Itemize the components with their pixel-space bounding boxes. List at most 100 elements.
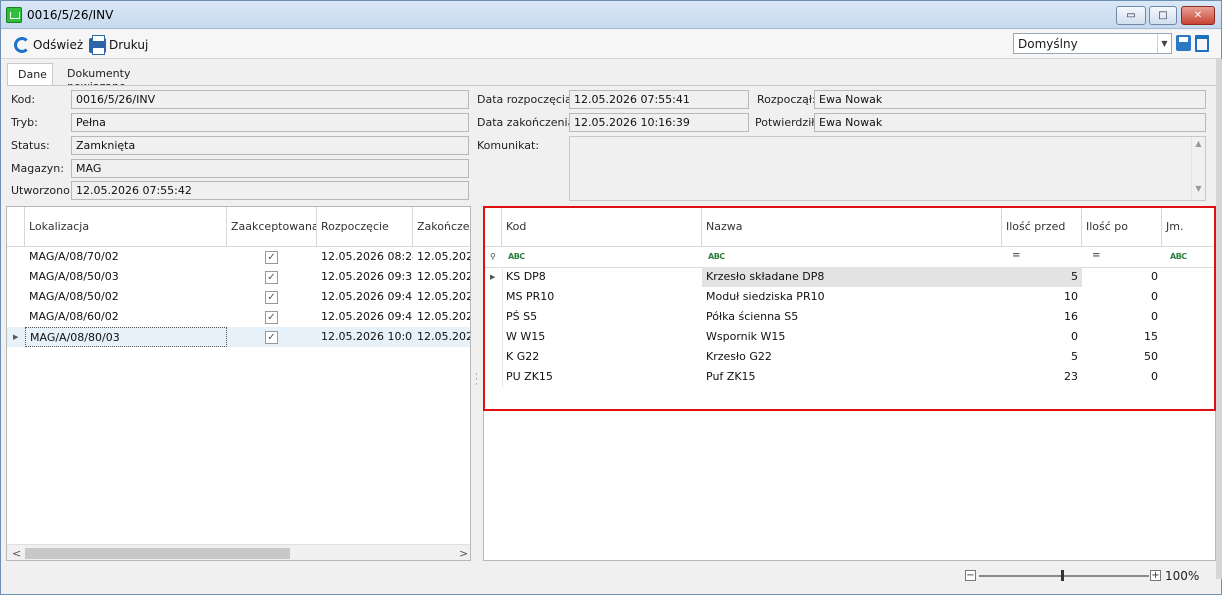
minimize-button[interactable]: ▭	[1116, 6, 1146, 25]
kod-cell: PU ZK15	[506, 370, 553, 383]
accepted-checkbox[interactable]: ✓	[265, 251, 278, 264]
column-header-zaakceptowana[interactable]: Zaakceptowana	[227, 207, 317, 247]
location-cell: MAG/A/08/50/03	[29, 270, 119, 283]
text-filter-icon[interactable]: ABC	[1170, 252, 1187, 261]
refresh-icon	[14, 37, 30, 53]
equals-filter-icon[interactable]: =	[1092, 250, 1100, 261]
splitter-handle[interactable]: · · ·	[475, 371, 479, 390]
end-date-field[interactable]: 12.05.2026 10:16:39	[569, 113, 749, 132]
column-header-lokalizacja[interactable]: Lokalizacja	[25, 207, 227, 247]
utworzono-field[interactable]: 12.05.2026 07:55:42	[71, 181, 469, 200]
status-field[interactable]: Zamknięta	[71, 136, 469, 155]
nazwa-cell: Krzesło G22	[706, 350, 772, 363]
chevron-down-icon[interactable]: ▼	[1157, 34, 1171, 53]
tryb-field[interactable]: Pełna	[71, 113, 469, 132]
kod-cell: PŚ S5	[506, 310, 538, 323]
horizontal-scrollbar[interactable]: < >	[7, 544, 470, 560]
close-button[interactable]: ✕	[1181, 6, 1215, 25]
basket-icon	[6, 7, 22, 23]
refresh-button[interactable]: Odśwież	[14, 35, 83, 55]
chevron-down-icon[interactable]: ▼	[1192, 184, 1205, 193]
chevron-right-icon[interactable]: >	[459, 547, 468, 560]
magazyn-label: Magazyn:	[11, 162, 64, 175]
tab-dane[interactable]: Dane	[7, 63, 53, 85]
start-date-label: Data rozpoczęcia:	[477, 93, 576, 106]
column-header-nazwa[interactable]: Nazwa	[702, 207, 1002, 247]
zoom-level: 100%	[1165, 569, 1200, 583]
kod-cell: K G22	[506, 350, 540, 363]
maximize-button[interactable]: □	[1149, 6, 1177, 25]
nazwa-cell: Puf ZK15	[706, 370, 756, 383]
column-header-ilosc-przed[interactable]: Ilość przed	[1002, 207, 1082, 247]
column-header-jm[interactable]: Jm.	[1162, 207, 1215, 247]
accepted-checkbox[interactable]: ✓	[265, 331, 278, 344]
locations-grid: Lokalizacja Zaakceptowana Rozpoczęcie Za…	[6, 206, 471, 561]
column-header-rozpoczecie[interactable]: Rozpoczęcie	[317, 207, 413, 247]
message-textarea[interactable]: ▲ ▼	[569, 136, 1206, 201]
print-label: Drukuj	[109, 38, 149, 52]
chevron-up-icon[interactable]: ▲	[1192, 139, 1205, 148]
view-select[interactable]: Domyślny ▼	[1013, 33, 1172, 54]
qty-after-cell: 15	[1144, 330, 1158, 343]
print-button[interactable]: Drukuj	[89, 34, 149, 55]
end-cell: 12.05.2026	[417, 290, 470, 303]
magazyn-field[interactable]: MAG	[71, 159, 469, 178]
filter-row: ⚲ ABC ABC = = ABC	[484, 248, 1215, 268]
pin-icon[interactable]: ⚲	[490, 252, 496, 261]
tab-related-documents[interactable]: Dokumenty powiązane	[57, 63, 140, 93]
text-filter-icon[interactable]: ABC	[708, 252, 725, 261]
utworzono-label: Utworzono:	[11, 184, 74, 197]
nazwa-cell: Moduł siedziska PR10	[706, 290, 825, 303]
accepted-checkbox[interactable]: ✓	[265, 291, 278, 304]
komunikat-label: Komunikat:	[477, 139, 540, 152]
table-row-selected[interactable]: ▶ KS DP8 Krzesło składane DP8 5 0	[484, 267, 1215, 287]
start-cell: 12.05.2026 10:03	[321, 330, 413, 343]
nazwa-cell: Półka ścienna S5	[706, 310, 799, 323]
header-form: Kod: 0016/5/26/INV Tryb: Pełna Status: Z…	[7, 85, 1216, 203]
status-label: Status:	[11, 139, 50, 152]
qty-after-cell: 0	[1151, 270, 1158, 283]
qty-before-cell: 23	[1064, 370, 1078, 383]
location-cell: MAG/A/08/70/02	[29, 250, 119, 263]
nazwa-cell: Wspornik W15	[706, 330, 786, 343]
start-cell: 12.05.2026 08:24	[321, 250, 413, 263]
qty-before-cell: 0	[1071, 330, 1078, 343]
column-header-zakonczenie[interactable]: Zakończeni	[413, 207, 470, 247]
refresh-label: Odśwież	[33, 38, 84, 52]
end-cell: 12.05.2026	[417, 270, 470, 283]
table-row-selected[interactable]: ▶ MAG/A/08/80/03 ✓ 12.05.2026 10:03 12.0…	[7, 327, 470, 347]
zoom-slider-thumb[interactable]	[1061, 570, 1064, 581]
qty-after-cell: 50	[1144, 350, 1158, 363]
column-header-ilosc-po[interactable]: Ilość po	[1082, 207, 1162, 247]
accepted-checkbox[interactable]: ✓	[265, 271, 278, 284]
scroll-thumb[interactable]	[25, 548, 290, 559]
kod-cell: MS PR10	[506, 290, 555, 303]
message-scrollbar[interactable]: ▲ ▼	[1191, 137, 1205, 200]
trash-icon[interactable]	[1195, 35, 1209, 52]
column-header-kod[interactable]: Kod	[502, 207, 702, 247]
started-by-field[interactable]: Ewa Nowak	[814, 90, 1206, 109]
start-cell: 12.05.2026 09:35	[321, 270, 413, 283]
qty-before-cell: 10	[1064, 290, 1078, 303]
zoom-in-button[interactable]: +	[1150, 570, 1161, 581]
started-by-label: Rozpoczął:	[757, 93, 816, 106]
window-scrollbar[interactable]	[1216, 59, 1222, 579]
accepted-checkbox[interactable]: ✓	[265, 311, 278, 324]
equals-filter-icon[interactable]: =	[1012, 250, 1020, 261]
save-icon[interactable]	[1176, 35, 1191, 51]
chevron-left-icon[interactable]: <	[12, 547, 21, 560]
zoom-out-button[interactable]: −	[965, 570, 976, 581]
kod-field[interactable]: 0016/5/26/INV	[71, 90, 469, 109]
text-filter-icon[interactable]: ABC	[508, 252, 525, 261]
tryb-label: Tryb:	[11, 116, 38, 129]
location-cell: MAG/A/08/60/02	[29, 310, 119, 323]
row-indicator-header	[7, 207, 25, 247]
zoom-slider-track[interactable]	[979, 575, 1149, 577]
end-cell: 12.05.2026	[417, 310, 470, 323]
row-indicator-divider	[502, 267, 503, 387]
start-date-field[interactable]: 12.05.2026 07:55:41	[569, 90, 749, 109]
kod-cell: KS DP8	[506, 270, 546, 283]
confirmed-by-field[interactable]: Ewa Nowak	[814, 113, 1206, 132]
window-title: 0016/5/26/INV	[27, 8, 114, 22]
qty-after-cell: 0	[1151, 310, 1158, 323]
